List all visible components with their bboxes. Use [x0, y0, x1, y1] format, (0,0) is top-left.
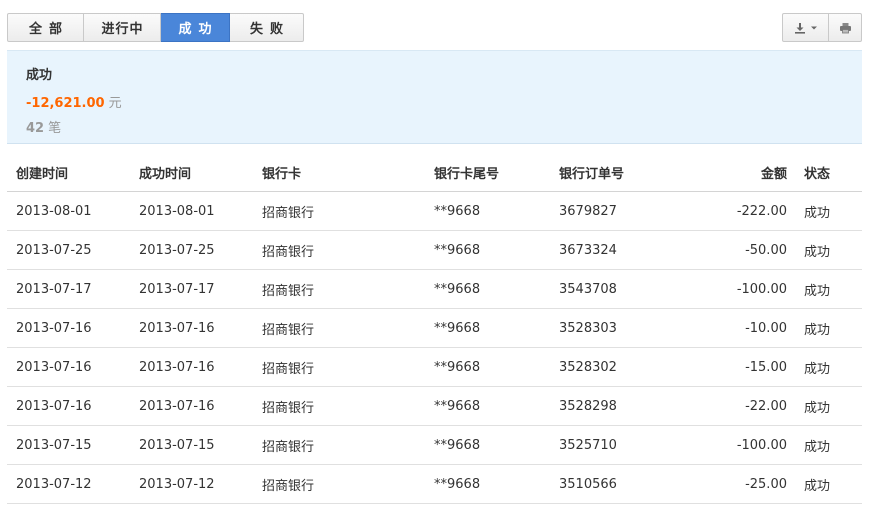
cell-card-tail: **9668: [434, 359, 481, 375]
cell-created-time: 2013-07-16: [16, 320, 92, 336]
cell-amount: -100.00: [736, 281, 787, 297]
print-button[interactable]: [829, 13, 862, 42]
cell-order-number: 3528302: [559, 359, 617, 375]
cell-created-time: 2013-07-16: [16, 359, 92, 375]
cell-card-tail: **9668: [434, 398, 481, 414]
download-icon: [794, 22, 805, 34]
cell-created-time: 2013-07-12: [16, 476, 92, 492]
cell-success-time: 2013-07-25: [139, 242, 215, 258]
cell-order-number: 3673324: [559, 242, 617, 258]
cell-amount: -50.00: [745, 242, 787, 258]
header-created-time: 创建时间: [16, 167, 69, 182]
cell-order-number: 3528303: [559, 320, 617, 336]
header-status: 状态: [804, 167, 831, 182]
summary-amount: -12,621.00: [26, 96, 105, 111]
tab-failed-label: 失败: [249, 22, 290, 37]
table-row: 2013-07-16 2013-07-16 招商银行 **9668 352829…: [7, 387, 862, 426]
summary-title: 成功: [26, 68, 53, 83]
cell-card-tail: **9668: [434, 242, 481, 258]
cell-bank-card: 招商银行: [262, 283, 315, 299]
cell-bank-card: 招商银行: [262, 205, 315, 221]
cell-card-tail: **9668: [434, 320, 481, 336]
cell-success-time: 2013-07-15: [139, 437, 215, 453]
caret-down-icon: [810, 26, 817, 29]
table-row: 2013-07-15 2013-07-15 招商银行 **9668 352571…: [7, 426, 862, 465]
header-order-number: 银行订单号: [559, 167, 625, 182]
header-card-tail: 银行卡尾号: [434, 167, 500, 182]
cell-created-time: 2013-07-17: [16, 281, 92, 297]
summary-amount-unit: 元: [108, 96, 122, 111]
printer-icon: [839, 22, 851, 33]
table-row: 2013-07-12 2013-07-12 招商银行 **9668 351056…: [7, 465, 862, 504]
summary-count-row: 42 笔: [26, 117, 61, 136]
cell-order-number: 3679827: [559, 203, 617, 219]
cell-card-tail: **9668: [434, 281, 481, 297]
cell-amount: -15.00: [745, 359, 787, 375]
tab-all[interactable]: 全部: [7, 13, 84, 42]
cell-bank-card: 招商银行: [262, 439, 315, 455]
tab-all-label: 全部: [28, 22, 69, 37]
cell-status: 成功: [804, 439, 831, 455]
cell-created-time: 2013-07-15: [16, 437, 92, 453]
table-header: 创建时间 成功时间 银行卡 银行卡尾号 银行订单号 金额 状态: [7, 154, 862, 192]
cell-created-time: 2013-07-25: [16, 242, 92, 258]
summary-panel: 成功 -12,621.00 元 42 笔: [7, 50, 862, 144]
cell-card-tail: **9668: [434, 437, 481, 453]
cell-success-time: 2013-07-12: [139, 476, 215, 492]
cell-status: 成功: [804, 478, 831, 494]
cell-amount: -10.00: [745, 320, 787, 336]
summary-count: 42: [26, 121, 45, 136]
cell-created-time: 2013-08-01: [16, 203, 92, 219]
summary-count-unit: 笔: [48, 121, 62, 136]
header-amount: 金额: [760, 167, 787, 182]
cell-order-number: 3510566: [559, 476, 617, 492]
cell-success-time: 2013-07-16: [139, 320, 215, 336]
cell-status: 成功: [804, 205, 831, 221]
cell-status: 成功: [804, 283, 831, 299]
status-tabs: 全部 进行中 成功 失败: [7, 13, 304, 42]
cell-success-time: 2013-07-16: [139, 359, 215, 375]
tab-success[interactable]: 成功: [161, 13, 230, 42]
cell-card-tail: **9668: [434, 476, 481, 492]
table-row: 2013-07-16 2013-07-16 招商银行 **9668 352830…: [7, 309, 862, 348]
cell-order-number: 3528298: [559, 398, 617, 414]
cell-card-tail: **9668: [434, 203, 481, 219]
cell-status: 成功: [804, 361, 831, 377]
cell-bank-card: 招商银行: [262, 361, 315, 377]
tab-failed[interactable]: 失败: [230, 13, 304, 42]
cell-bank-card: 招商银行: [262, 478, 315, 494]
toolbar: [782, 13, 862, 42]
cell-amount: -25.00: [745, 476, 787, 492]
export-button[interactable]: [782, 13, 829, 42]
cell-success-time: 2013-08-01: [139, 203, 215, 219]
table-row: 2013-07-16 2013-07-16 招商银行 **9668 352830…: [7, 348, 862, 387]
tab-in-progress[interactable]: 进行中: [84, 13, 161, 42]
cell-created-time: 2013-07-16: [16, 398, 92, 414]
tab-success-label: 成功: [178, 22, 219, 37]
cell-bank-card: 招商银行: [262, 400, 315, 416]
cell-status: 成功: [804, 244, 831, 260]
transactions-table: 创建时间 成功时间 银行卡 银行卡尾号 银行订单号 金额 状态 2013-08-…: [7, 154, 862, 504]
summary-amount-row: -12,621.00 元: [26, 92, 122, 111]
cell-status: 成功: [804, 400, 831, 416]
cell-order-number: 3525710: [559, 437, 617, 453]
table-row: 2013-07-17 2013-07-17 招商银行 **9668 354370…: [7, 270, 862, 309]
table-row: 2013-08-01 2013-08-01 招商银行 **9668 367982…: [7, 192, 862, 231]
cell-amount: -222.00: [736, 203, 787, 219]
tab-in-progress-label: 进行中: [101, 22, 144, 37]
cell-success-time: 2013-07-17: [139, 281, 215, 297]
table-row: 2013-07-25 2013-07-25 招商银行 **9668 367332…: [7, 231, 862, 270]
cell-status: 成功: [804, 322, 831, 338]
cell-order-number: 3543708: [559, 281, 617, 297]
cell-amount: -100.00: [736, 437, 787, 453]
header-success-time: 成功时间: [139, 167, 192, 182]
cell-amount: -22.00: [745, 398, 787, 414]
cell-bank-card: 招商银行: [262, 244, 315, 260]
header-bank-card: 银行卡: [262, 167, 302, 182]
cell-bank-card: 招商银行: [262, 322, 315, 338]
cell-success-time: 2013-07-16: [139, 398, 215, 414]
